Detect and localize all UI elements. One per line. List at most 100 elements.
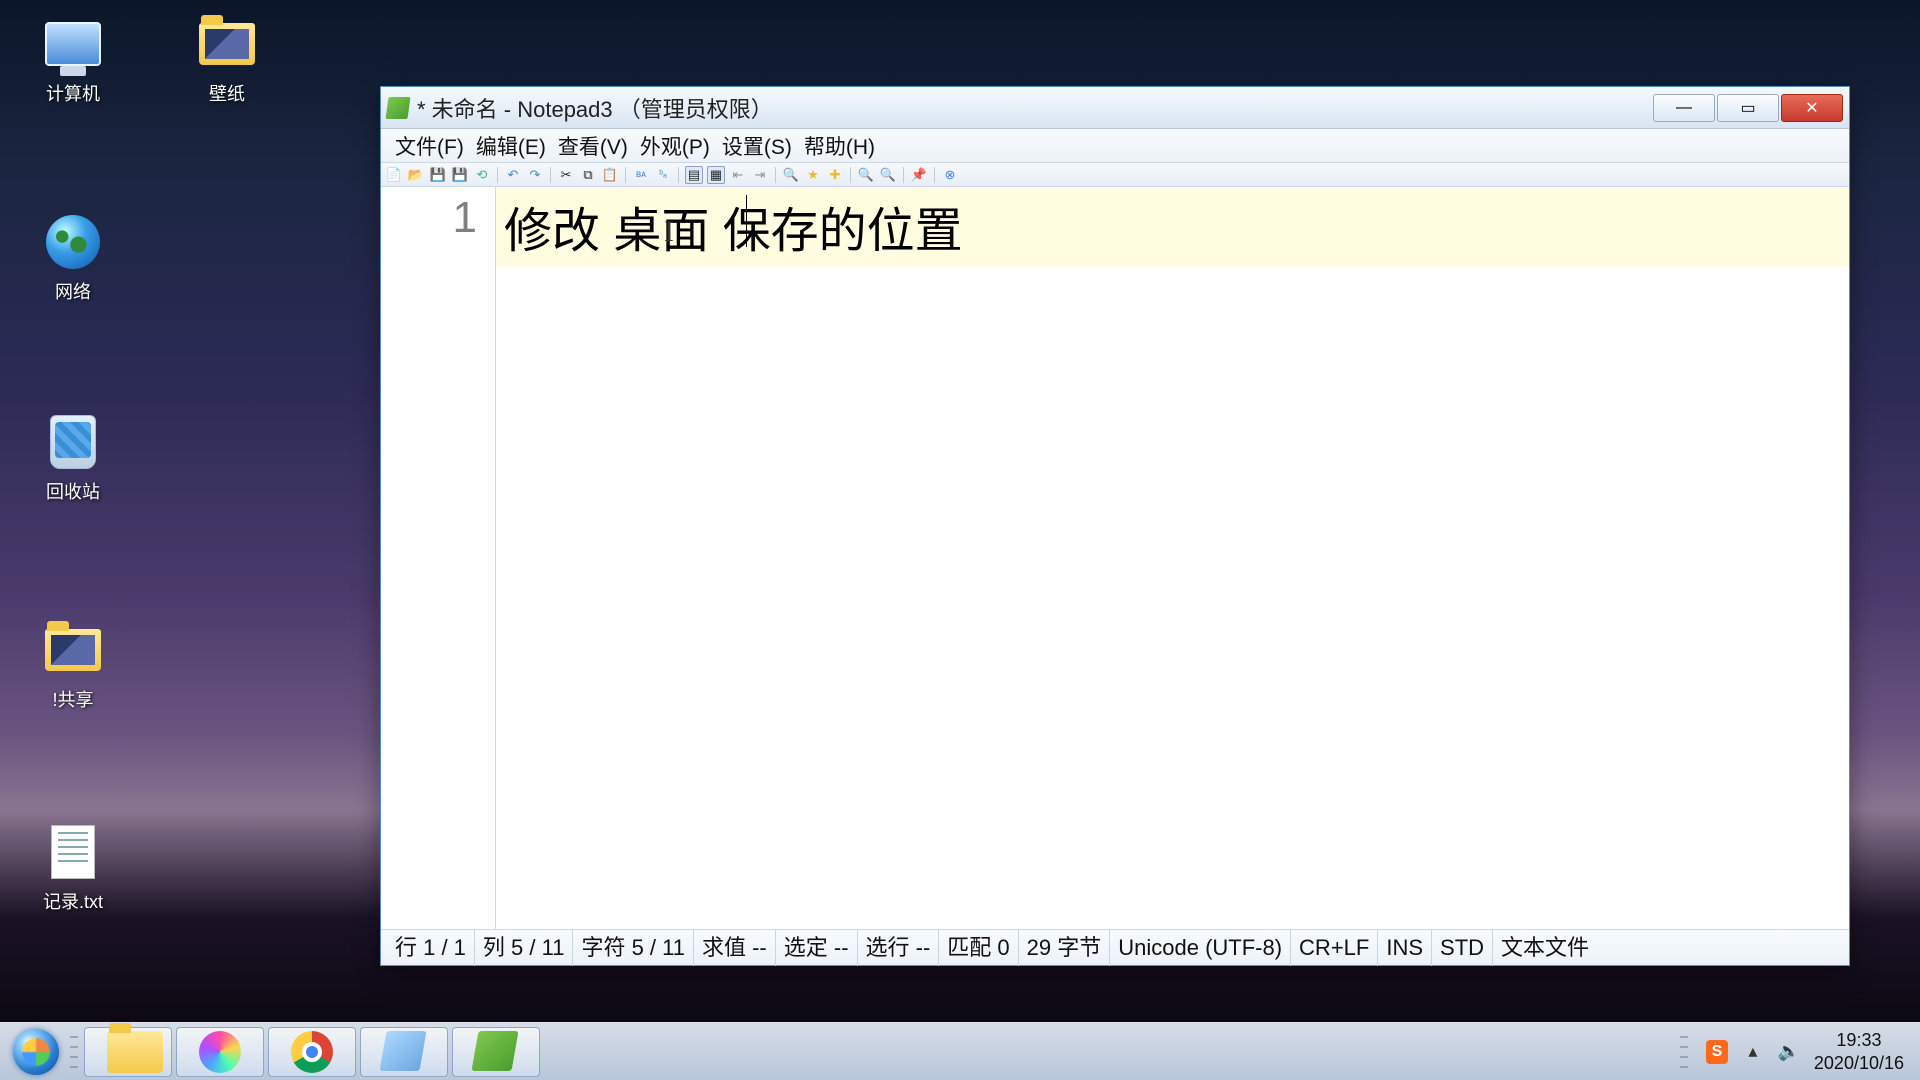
desktop-icon-label: 记录.txt	[43, 888, 103, 914]
desktop-icon-recyclebin[interactable]: 回收站	[18, 410, 128, 504]
saveall-icon[interactable]: 💾	[451, 166, 469, 184]
redo-icon[interactable]: ↷	[526, 166, 544, 184]
cut-icon[interactable]: ✂	[557, 166, 575, 184]
menu-appearance[interactable]: 外观(P)	[634, 127, 716, 165]
status-ins[interactable]: INS	[1378, 930, 1432, 966]
case-icon[interactable]: ᵇₐ	[654, 166, 672, 184]
zoom-in-icon[interactable]: 🔍	[857, 166, 875, 184]
wordwrap-icon[interactable]: ▤	[685, 166, 703, 184]
swirl-browser-icon	[199, 1031, 241, 1073]
menu-file[interactable]: 文件(F)	[389, 127, 470, 165]
zoom-out-icon[interactable]: 🔍	[879, 166, 897, 184]
desktop-icon-label: 回收站	[46, 478, 100, 504]
status-char[interactable]: 字符 5 / 11	[573, 930, 694, 966]
desktop-icon-label: 壁纸	[209, 80, 245, 106]
menu-edit[interactable]: 编辑(E)	[470, 127, 552, 165]
system-tray: S ▴ 🔈 19:33 2020/10/16	[1676, 1029, 1914, 1074]
status-match[interactable]: 匹配 0	[939, 930, 1018, 966]
taskbar-separator	[70, 1032, 78, 1072]
open-icon[interactable]: 📂	[407, 166, 425, 184]
taskbar-chrome[interactable]	[268, 1027, 356, 1077]
find-icon[interactable]: 🔍	[782, 166, 800, 184]
separator	[497, 167, 498, 183]
separator	[850, 167, 851, 183]
desktop-icon-notes[interactable]: 记录.txt	[18, 820, 128, 914]
maximize-button[interactable]: ▭	[1717, 94, 1779, 122]
titlebar[interactable]: * 未命名 - Notepad3 （管理员权限） — ▭ ✕	[381, 87, 1849, 129]
separator	[934, 167, 935, 183]
taskbar-notepad[interactable]	[360, 1027, 448, 1077]
status-row[interactable]: 行 1 / 1	[387, 930, 475, 966]
save-icon[interactable]: 💾	[429, 166, 447, 184]
folder-picture-icon	[199, 23, 255, 65]
paste-icon[interactable]: 📋	[601, 166, 619, 184]
whitespace-icon[interactable]: ▦	[707, 166, 725, 184]
clear-icon[interactable]: ⊗	[941, 166, 959, 184]
toolbar: 📄 📂 💾 💾 ⟲ ↶ ↷ ✂ ⧉ 📋 ʙᴀ ᵇₐ ▤ ▦ ⇤ ⇥ 🔍 ★ ✚ …	[381, 163, 1849, 187]
taskbar-browser[interactable]	[176, 1027, 264, 1077]
tray-grip[interactable]	[1680, 1032, 1688, 1072]
desktop-icon-label: 网络	[55, 278, 91, 304]
line-text: 修改 桌面 保存的位置	[504, 205, 963, 258]
copy-icon[interactable]: ⧉	[579, 166, 597, 184]
ime-icon[interactable]: S	[1706, 1041, 1728, 1063]
notepad3-icon	[471, 1031, 518, 1071]
text-content[interactable]: 修改 桌面 保存的位置 I	[496, 187, 1849, 929]
show-hidden-icon[interactable]: ▴	[1742, 1041, 1764, 1063]
status-type[interactable]: 文本文件	[1493, 930, 1597, 966]
volume-icon[interactable]: 🔈	[1778, 1041, 1800, 1063]
indent-right-icon[interactable]: ⇥	[751, 166, 769, 184]
separator	[678, 167, 679, 183]
globe-icon	[46, 215, 100, 269]
desktop-icon-share[interactable]: !共享	[18, 618, 128, 712]
favorite-icon[interactable]: ★	[804, 166, 822, 184]
close-button[interactable]: ✕	[1781, 94, 1843, 122]
windows-orb-icon	[13, 1029, 59, 1075]
clock-time: 19:33	[1814, 1029, 1904, 1052]
add-favorite-icon[interactable]: ✚	[826, 166, 844, 184]
folder-share-icon	[45, 629, 101, 671]
pin-icon[interactable]: 📌	[910, 166, 928, 184]
folder-icon	[107, 1031, 163, 1073]
window-title: * 未命名 - Notepad3 （管理员权限）	[417, 92, 1653, 124]
start-button[interactable]	[6, 1028, 66, 1076]
statusbar: 行 1 / 1 列 5 / 11 字符 5 / 11 求值 -- 选定 -- 选…	[381, 929, 1849, 965]
status-std[interactable]: STD	[1432, 930, 1493, 966]
revert-icon[interactable]: ⟲	[473, 166, 491, 184]
separator	[903, 167, 904, 183]
text-line[interactable]: 修改 桌面 保存的位置 I	[496, 187, 1849, 267]
chrome-icon	[291, 1031, 333, 1073]
status-sellines[interactable]: 选行 --	[858, 930, 940, 966]
status-sel[interactable]: 选定 --	[776, 930, 858, 966]
taskbar-explorer[interactable]	[84, 1027, 172, 1077]
desktop-icon-network[interactable]: 网络	[18, 210, 128, 304]
menubar: 文件(F) 编辑(E) 查看(V) 外观(P) 设置(S) 帮助(H)	[381, 129, 1849, 163]
new-icon[interactable]: 📄	[385, 166, 403, 184]
status-eval[interactable]: 求值 --	[694, 930, 776, 966]
replace-icon[interactable]: ʙᴀ	[632, 166, 650, 184]
minimize-button[interactable]: —	[1653, 94, 1715, 122]
editor-area: 1 修改 桌面 保存的位置 I	[381, 187, 1849, 929]
taskbar-clock[interactable]: 19:33 2020/10/16	[1814, 1029, 1904, 1074]
desktop-icon-computer[interactable]: 计算机	[18, 12, 128, 106]
status-col[interactable]: 列 5 / 11	[475, 930, 574, 966]
undo-icon[interactable]: ↶	[504, 166, 522, 184]
monitor-icon	[45, 22, 101, 66]
indent-left-icon[interactable]: ⇤	[729, 166, 747, 184]
desktop-icon-wallpaper[interactable]: 壁纸	[172, 12, 282, 106]
status-eol[interactable]: CR+LF	[1291, 930, 1378, 966]
menu-help[interactable]: 帮助(H)	[798, 127, 881, 165]
line-gutter: 1	[381, 187, 496, 929]
status-encoding[interactable]: Unicode (UTF-8)	[1110, 930, 1291, 966]
textfile-icon	[51, 825, 95, 879]
menu-settings[interactable]: 设置(S)	[716, 127, 798, 165]
taskbar-notepad3[interactable]	[452, 1027, 540, 1077]
menu-view[interactable]: 查看(V)	[552, 127, 634, 165]
status-bytes[interactable]: 29 字节	[1019, 930, 1111, 966]
app-icon	[385, 97, 410, 119]
separator	[625, 167, 626, 183]
separator	[550, 167, 551, 183]
notepad-icon	[379, 1031, 426, 1071]
desktop-icon-label: 计算机	[46, 80, 100, 106]
line-number: 1	[381, 193, 477, 243]
